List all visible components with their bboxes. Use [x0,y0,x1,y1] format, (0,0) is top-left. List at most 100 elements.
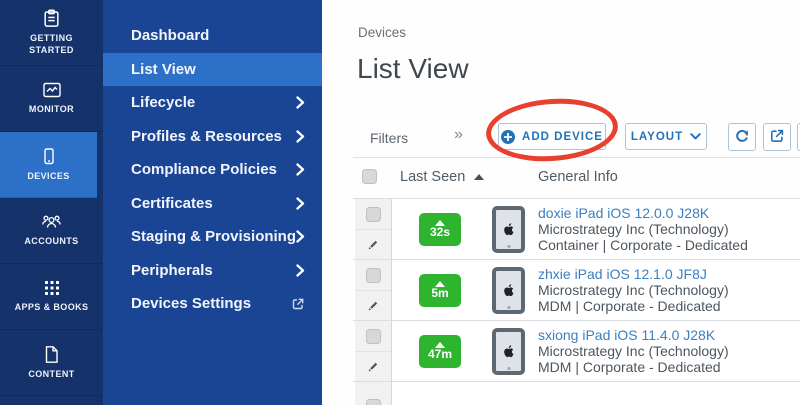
sidebar-item-label: Certificates [131,195,213,212]
rail-item-label: ACCOUNTS [24,236,78,247]
row-checkbox[interactable] [366,268,381,283]
device-organization: Microstrategy Inc (Technology) [538,221,748,237]
primary-nav-rail: GETTING STARTED MONITOR DEVICES [0,0,103,405]
console-window: GETTING STARTED MONITOR DEVICES [0,0,800,405]
export-button[interactable] [763,123,791,151]
device-organization: Microstrategy Inc (Technology) [538,343,729,359]
device-name-link[interactable]: sxiong iPad iOS 11.4.0 J28K [538,327,729,343]
row-checkbox[interactable] [366,207,381,222]
clipboard-icon [42,9,61,28]
sidebar-item-label: Compliance Policies [131,161,277,178]
chevron-right-icon [296,130,305,143]
sidebar-item-dashboard[interactable]: Dashboard [103,19,322,53]
rail-item-label: CONTENT [28,369,74,380]
table-row: 47m sxiong iPad iOS 11.4.0 J28K Microstr… [353,320,800,381]
row-checkbox[interactable] [366,329,381,344]
rail-item-monitor[interactable]: MONITOR [0,66,103,132]
sidebar-item-label: Devices Settings [131,295,251,312]
ipad-icon [492,328,525,375]
page-title: List View [357,53,469,85]
sidebar-item-lifecycle[interactable]: Lifecycle [103,86,322,120]
layout-label: LAYOUT [631,131,683,143]
rail-item-label: MONITOR [29,104,74,115]
rail-item-accounts[interactable]: ACCOUNTS [0,198,103,264]
home-button-dot [507,245,510,248]
sidebar-item-label: Lifecycle [131,94,195,111]
row-checkbox[interactable] [366,399,381,405]
filters-expand-chevrons[interactable]: » [454,126,463,144]
mobile-device-icon [40,147,58,166]
sidebar-item-devices-settings[interactable]: Devices Settings [103,287,322,321]
edit-pencil-icon[interactable] [366,238,380,252]
table-row: 32s doxie iPad iOS 12.0.0 J28K Microstra… [353,198,800,259]
edit-pencil-icon[interactable] [366,360,380,374]
home-button-dot [507,306,510,309]
rail-item-getting-started[interactable]: GETTING STARTED [0,0,103,66]
sidebar-item-label: Dashboard [131,27,209,44]
column-header-general-info: General Info [538,169,618,185]
device-name-link[interactable]: doxie iPad iOS 12.0.0 J28K [538,205,748,221]
sidebar-item-label: List View [131,61,196,78]
sidebar-item-profiles-resources[interactable]: Profiles & Resources [103,120,322,154]
rail-item-content[interactable]: CONTENT [0,330,103,396]
sidebar-item-certificates[interactable]: Certificates [103,187,322,221]
app-grid-icon [43,279,61,297]
devices-submenu: Dashboard List View Lifecycle Profiles &… [103,0,322,405]
export-icon [769,128,785,147]
chevron-right-icon [296,264,305,277]
sidebar-item-label: Staging & Provisioning [131,228,296,245]
device-enrollment: MDM | Corporate - Dedicated [538,298,729,314]
rail-item-devices[interactable]: DEVICES [0,132,97,198]
chevron-right-icon [296,163,305,176]
row-actions-strip [355,382,392,405]
table-row-partial [353,381,800,405]
chevron-right-icon [296,96,305,109]
table-row: 5m zhxie iPad iOS 12.1.0 JF8J Microstrat… [353,259,800,320]
select-all-checkbox[interactable] [362,169,377,184]
chevron-down-icon [690,131,701,143]
add-device-button[interactable]: ADD DEVICE [498,123,606,150]
rail-item-label: GETTING STARTED [29,33,74,56]
last-seen-badge: 47m [419,335,461,368]
sidebar-item-list-view[interactable]: List View [103,53,322,87]
sidebar-item-staging-provisioning[interactable]: Staging & Provisioning [103,220,322,254]
device-organization: Microstrategy Inc (Technology) [538,282,729,298]
filters-toggle[interactable]: Filters [370,130,408,146]
edit-pencil-icon[interactable] [366,299,380,313]
document-icon [43,345,60,364]
layout-dropdown-button[interactable]: LAYOUT [625,123,707,150]
row-actions-strip [355,260,392,320]
main-content: Devices List View Filters » ADD DEVICE L… [322,0,800,405]
rail-item-label: APPS & BOOKS [15,302,89,313]
column-header-last-seen[interactable]: Last Seen [400,169,465,185]
chevron-right-icon [296,230,305,243]
sidebar-item-label: Profiles & Resources [131,128,282,145]
row-actions-strip [355,199,392,259]
device-enrollment: MDM | Corporate - Dedicated [538,359,729,375]
rail-item-label: DEVICES [27,171,69,182]
last-seen-badge: 32s [419,213,461,246]
add-device-label: ADD DEVICE [522,131,603,143]
device-enrollment: Container | Corporate - Dedicated [538,237,748,253]
device-table-body: 32s doxie iPad iOS 12.0.0 J28K Microstra… [353,198,800,405]
monitor-icon [42,81,62,99]
sort-ascending-icon [474,174,484,180]
accounts-icon [41,213,62,231]
refresh-button[interactable] [728,123,756,151]
row-actions-strip [355,321,392,381]
external-link-icon [291,297,305,311]
ipad-icon [492,267,525,314]
ipad-icon [492,206,525,253]
last-seen-badge: 5m [419,274,461,307]
breadcrumb[interactable]: Devices [358,25,406,40]
chevron-right-icon [296,197,305,210]
table-header: Last Seen General Info [353,158,800,198]
sidebar-item-label: Peripherals [131,262,213,279]
sidebar-item-peripherals[interactable]: Peripherals [103,254,322,288]
sidebar-item-compliance-policies[interactable]: Compliance Policies [103,153,322,187]
home-button-dot [507,367,510,370]
device-name-link[interactable]: zhxie iPad iOS 12.1.0 JF8J [538,266,729,282]
plus-icon [501,130,515,144]
refresh-icon [734,128,750,147]
rail-item-apps-books[interactable]: APPS & BOOKS [0,264,103,330]
